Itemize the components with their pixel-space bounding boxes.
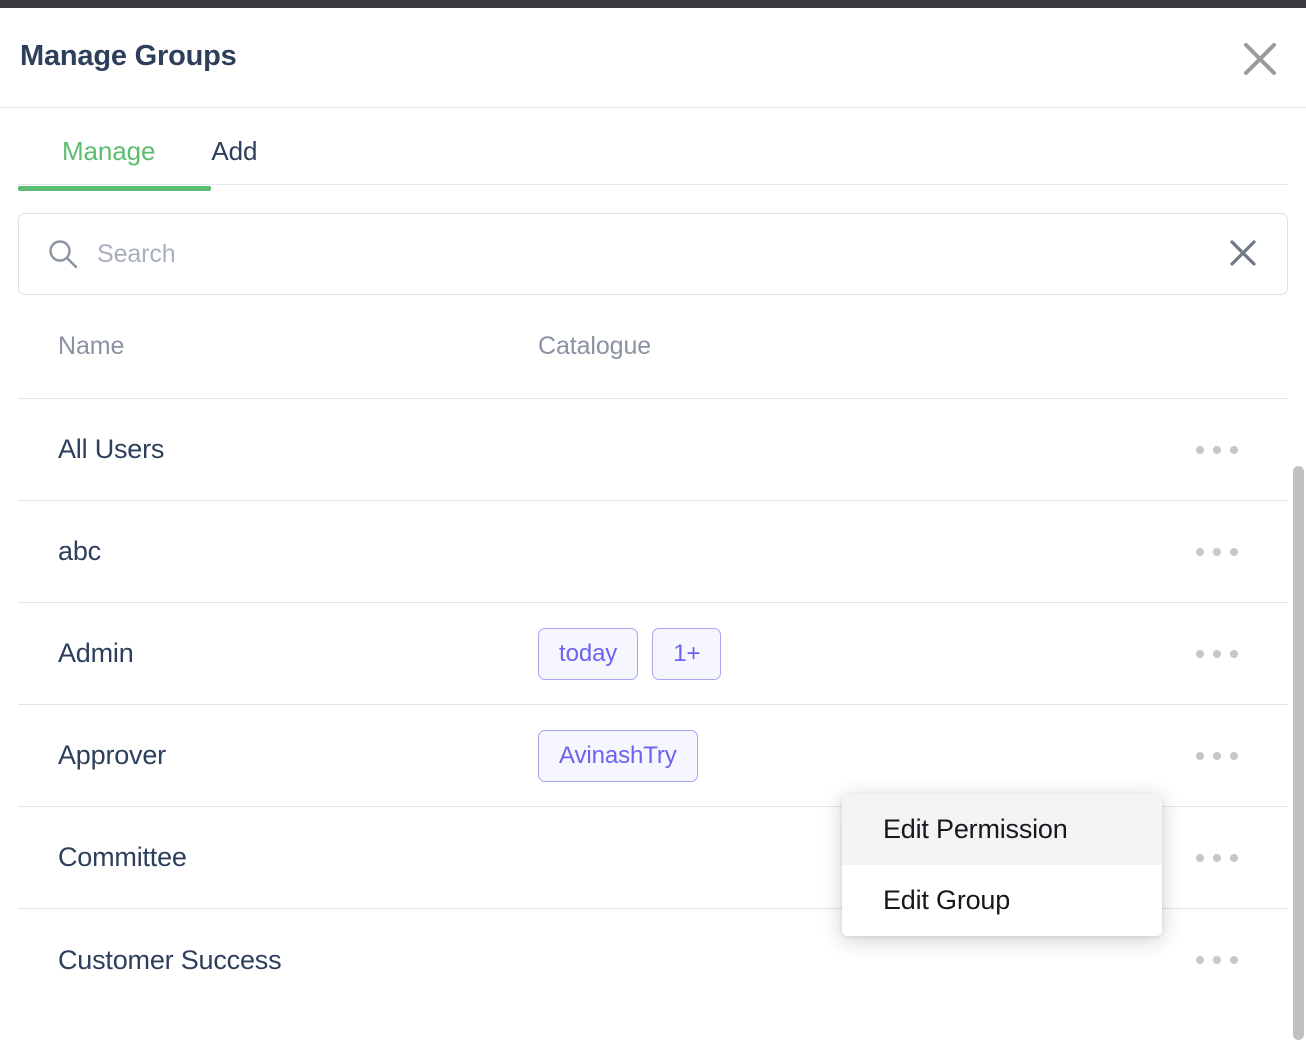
row-more-options-button[interactable] [1196,547,1288,556]
more-options-icon [1196,853,1238,862]
tab-manage[interactable]: Manage [18,108,212,191]
more-options-icon [1196,751,1238,760]
close-dialog-button[interactable] [1236,35,1284,83]
search-input[interactable] [97,239,1213,269]
clear-search-button[interactable] [1213,224,1273,284]
row-context-menu: Edit Permission Edit Group [842,794,1162,936]
more-options-icon [1196,547,1238,556]
catalogue-chip[interactable]: today [538,627,639,680]
row-more-options-button[interactable] [1196,649,1288,658]
more-options-icon [1196,445,1238,454]
group-name-cell: Customer Success [58,944,282,975]
table-row[interactable]: abc [18,501,1288,603]
vertical-scrollbar[interactable] [1292,458,1306,1040]
row-more-options-button[interactable] [1196,956,1288,964]
search-icon [47,238,79,270]
tab-bar: Manage Add [18,108,1288,191]
group-name-cell: All Users [58,434,165,464]
group-name-cell: Admin [58,638,134,668]
menu-item-edit-permission[interactable]: Edit Permission [842,794,1162,865]
catalogue-chip[interactable]: 1+ [652,627,722,680]
table-row[interactable]: Approver AvinashTry [18,705,1288,807]
dialog-header: Manage Groups [0,8,1306,108]
group-name-cell: abc [58,536,101,566]
page-title: Manage Groups [20,40,237,72]
column-header-catalogue: Catalogue [538,332,652,360]
tab-add[interactable]: Add [211,108,257,190]
close-icon [1229,239,1257,270]
row-more-options-button[interactable] [1196,751,1288,760]
search-bar [18,213,1288,295]
table-row[interactable]: All Users [18,399,1288,501]
table-header-row: Name Catalogue [18,295,1288,399]
close-icon [1243,42,1277,76]
row-more-options-button[interactable] [1196,853,1288,862]
row-more-options-button[interactable] [1196,445,1288,454]
catalogue-cell: AvinashTry [538,729,1196,782]
more-options-icon [1196,649,1238,658]
catalogue-chip[interactable]: AvinashTry [538,729,698,782]
menu-item-edit-group[interactable]: Edit Group [842,865,1162,936]
scrollbar-thumb[interactable] [1293,466,1304,1040]
window-top-bar [0,0,1306,8]
table-row[interactable]: Admin today 1+ [18,603,1288,705]
catalogue-cell: today 1+ [538,627,1196,680]
more-options-icon [1196,956,1238,964]
group-name-cell: Committee [58,842,187,872]
manage-groups-dialog: Manage Groups Manage Add Search Name Cat… [0,8,1306,1040]
column-header-name: Name [58,332,125,360]
group-name-cell: Approver [58,740,166,770]
